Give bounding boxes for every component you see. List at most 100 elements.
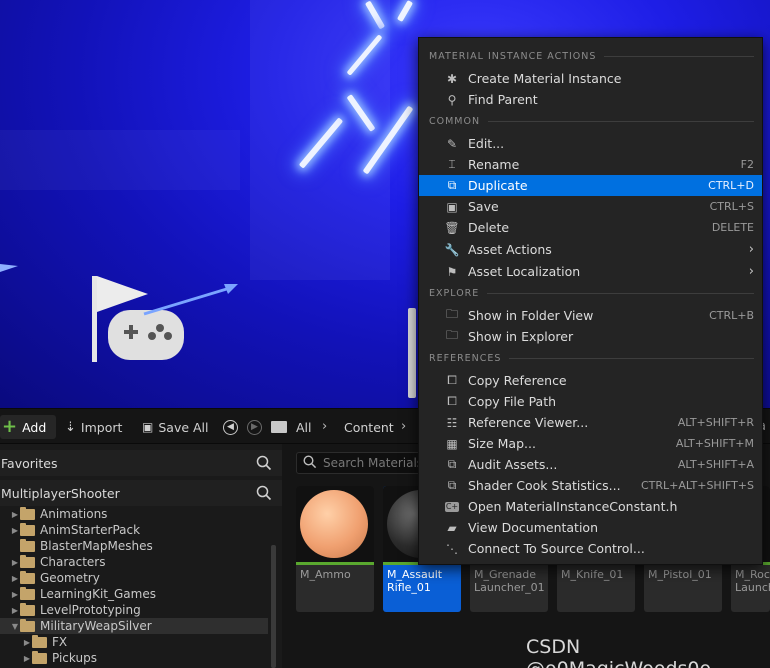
- caret-right-icon[interactable]: ▶: [10, 510, 20, 519]
- menu-item-copy-file-path[interactable]: ⧠ Copy File Path: [419, 391, 762, 412]
- watermark: CSDN @o0MagicWoods0o: [526, 636, 711, 668]
- menu-item-label: Find Parent: [468, 92, 538, 107]
- caret-right-icon[interactable]: ▶: [22, 638, 32, 647]
- menu-item-label: Show in Explorer: [468, 329, 574, 344]
- tree-item[interactable]: ▶ LearningKit_Games: [0, 586, 268, 602]
- search-icon[interactable]: [256, 485, 272, 504]
- menu-item-duplicate[interactable]: ⧉ Duplicate CTRL+D: [419, 175, 762, 196]
- breadcrumb-label: Content: [344, 419, 394, 435]
- menu-item-save[interactable]: ▣ Save CTRL+S: [419, 196, 762, 217]
- breadcrumb-label: All: [296, 419, 312, 435]
- section-material-instance-actions: MATERIAL INSTANCE ACTIONS: [429, 51, 754, 62]
- tree-item[interactable]: ▶ Geometry: [0, 570, 268, 586]
- menu-item-asset-actions[interactable]: 🔧 Asset Actions ›: [419, 239, 762, 260]
- asset-name: M_Pistol_01: [648, 568, 712, 581]
- copy-icon: ⧠: [447, 394, 457, 408]
- search-icon: [303, 454, 317, 472]
- material-thumbnail: [296, 486, 374, 562]
- menu-item-label: Delete: [468, 220, 510, 235]
- asset-name: M_Grenade Launcher_01: [474, 568, 545, 594]
- caret-right-icon[interactable]: ▶: [10, 558, 20, 567]
- tree-item[interactable]: ▶ LevelPrototyping: [0, 602, 268, 618]
- menu-item-delete[interactable]: 🗑 Delete DELETE: [419, 217, 762, 238]
- menu-item-copy-reference[interactable]: ⧠ Copy Reference: [419, 370, 762, 391]
- section-common: COMMON: [429, 116, 754, 127]
- menu-item-asset-localization[interactable]: ⚑ Asset Localization ›: [419, 261, 762, 282]
- menu-item-label: Rename: [468, 157, 520, 172]
- tree-item[interactable]: ▶ BlasterMapMeshes: [0, 538, 268, 554]
- menu-item-audit-assets[interactable]: ⧉ Audit Assets... ALT+SHIFT+A: [419, 454, 762, 475]
- search-icon[interactable]: [256, 455, 272, 474]
- breadcrumb-all[interactable]: All: [296, 417, 312, 437]
- favorites-title: Favorites: [1, 455, 58, 471]
- tree-item[interactable]: ▶ AnimStarterPack: [0, 522, 268, 538]
- folder-tree: ▶ Animations ▶ AnimStarterPack ▶ Blaster…: [0, 506, 268, 666]
- menu-item-label: Size Map...: [468, 436, 536, 451]
- tree-item[interactable]: ▶ Characters: [0, 554, 268, 570]
- caret-right-icon[interactable]: ▶: [22, 654, 32, 663]
- trash-icon: 🗑: [444, 220, 460, 235]
- caret-right-icon[interactable]: ▶: [10, 526, 20, 535]
- menu-item-label: Show in Folder View: [468, 308, 594, 323]
- menu-item-size-map[interactable]: ▦ Size Map... ALT+SHIFT+M: [419, 433, 762, 454]
- import-button[interactable]: ⇣ Import: [65, 417, 122, 437]
- menu-item-label: Edit...: [468, 136, 505, 151]
- caret-right-icon[interactable]: ▶: [10, 590, 20, 599]
- shortcut-label: DELETE: [711, 221, 754, 234]
- tree-item[interactable]: ▶ Animations: [0, 506, 268, 522]
- menu-item-show-in-folder-view[interactable]: 🗀 Show in Folder View CTRL+B: [419, 305, 762, 326]
- asset-tile[interactable]: M_Ammo: [296, 486, 374, 612]
- asset-name: M_Ammo: [300, 568, 351, 581]
- tree-item[interactable]: ▶ Pickups: [0, 650, 268, 666]
- rename-icon: ⌶: [448, 157, 456, 171]
- save-all-button[interactable]: ▣ Save All: [142, 417, 209, 437]
- shortcut-label: CTRL+S: [709, 200, 754, 213]
- chevron-right-icon: ›: [748, 264, 754, 279]
- folder-icon: [20, 586, 35, 600]
- menu-item-connect-source-control[interactable]: ⋱ Connect To Source Control...: [419, 538, 762, 559]
- back-button[interactable]: ◀: [223, 417, 238, 437]
- add-button[interactable]: + Add: [0, 415, 57, 439]
- back-arrow-icon: ◀: [223, 419, 238, 435]
- menu-item-view-documentation[interactable]: ▰ View Documentation: [419, 517, 762, 538]
- caret-right-icon[interactable]: ▶: [10, 606, 20, 615]
- project-title: MultiplayerShooter: [1, 485, 120, 501]
- folder-icon: [20, 506, 35, 520]
- search-input[interactable]: Search Materials: [296, 452, 436, 474]
- caret-down-icon[interactable]: ▼: [10, 622, 20, 631]
- tree-item-label: AnimStarterPack: [40, 523, 141, 537]
- caret-right-icon[interactable]: ▶: [10, 574, 20, 583]
- asset-name: M_Assault Rifle_01: [387, 568, 443, 594]
- shortcut-label: ALT+SHIFT+A: [677, 458, 754, 471]
- tree-item-label: Animations: [40, 507, 108, 521]
- menu-item-reference-viewer[interactable]: ☷ Reference Viewer... ALT+SHIFT+R: [419, 412, 762, 433]
- folder-icon: [20, 602, 35, 616]
- forward-button[interactable]: ▶: [247, 417, 262, 437]
- favorites-header[interactable]: Favorites: [0, 450, 282, 476]
- tree-item-label: Geometry: [40, 571, 100, 585]
- tree-scrollbar[interactable]: [271, 545, 276, 668]
- folder-icon: [20, 522, 35, 536]
- menu-item-create-material-instance[interactable]: ✱ Create Material Instance: [419, 68, 762, 89]
- tree-item-selected[interactable]: ▼ MilitaryWeapSilver: [0, 618, 268, 634]
- menu-item-shader-cook-statistics[interactable]: ⧉ Shader Cook Statistics... CTRL+ALT+SHI…: [419, 475, 762, 496]
- breadcrumb-content[interactable]: Content: [344, 417, 394, 437]
- folder-open-icon: [20, 618, 35, 632]
- tree-item-label: LevelPrototyping: [40, 603, 141, 617]
- tree-item-label: LearningKit_Games: [40, 587, 156, 601]
- menu-item-edit[interactable]: ✎ Edit...: [419, 133, 762, 154]
- menu-item-show-in-explorer[interactable]: 🗀 Show in Explorer: [419, 326, 762, 347]
- menu-item-label: Shader Cook Statistics...: [468, 478, 621, 493]
- tree-item-label: Characters: [40, 555, 106, 569]
- wrench-icon: 🔧: [444, 242, 460, 257]
- project-header[interactable]: MultiplayerShooter: [0, 480, 282, 506]
- menu-item-label: Open MaterialInstanceConstant.h: [468, 499, 678, 514]
- shortcut-label: F2: [740, 158, 754, 171]
- menu-item-open-source-header[interactable]: C+ Open MaterialInstanceConstant.h: [419, 496, 762, 517]
- menu-item-label: Asset Actions: [468, 242, 552, 257]
- book-icon: ▰: [447, 520, 457, 535]
- section-references: REFERENCES: [429, 353, 754, 364]
- menu-item-find-parent[interactable]: ⚲ Find Parent: [419, 89, 762, 110]
- tree-item[interactable]: ▶ FX: [0, 634, 268, 650]
- menu-item-rename[interactable]: ⌶ Rename F2: [419, 154, 762, 175]
